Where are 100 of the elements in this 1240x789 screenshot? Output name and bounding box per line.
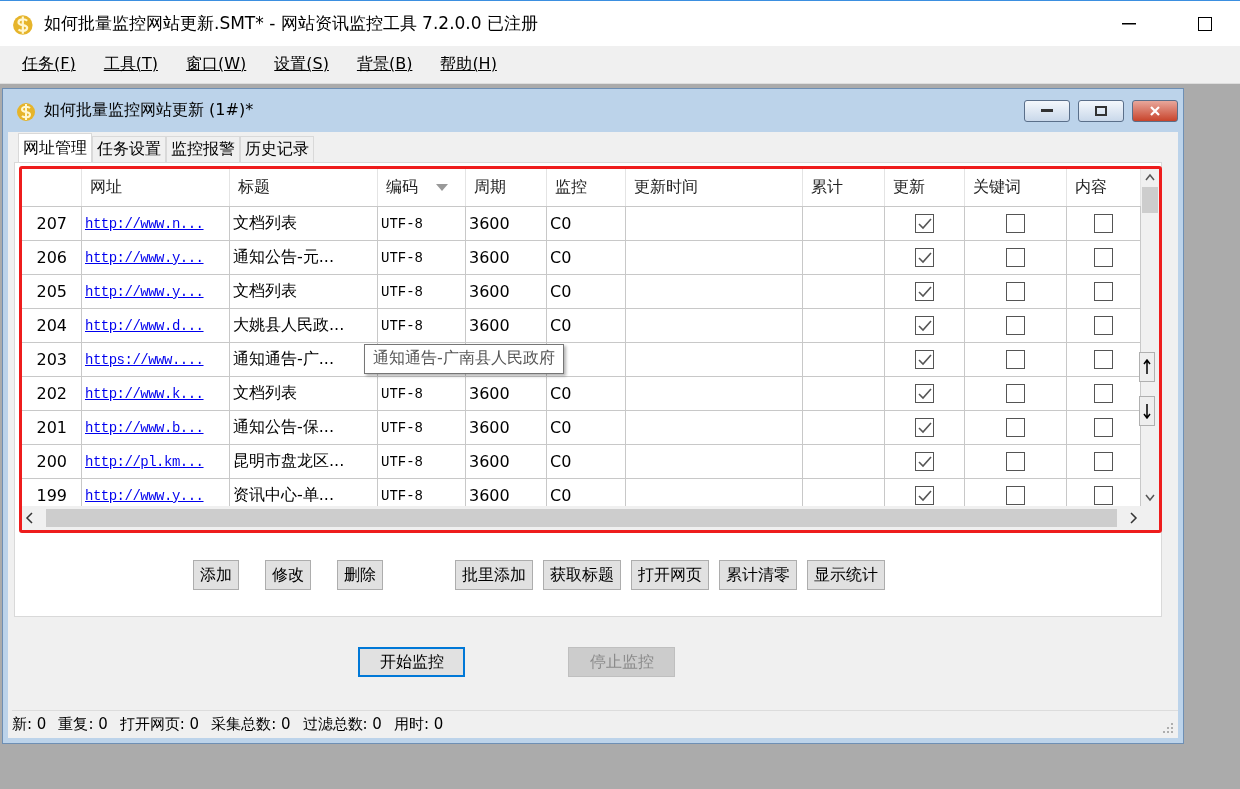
tab[interactable]: 网址管理 [18, 133, 92, 162]
column-header[interactable]: 周期 [474, 177, 506, 198]
dropdown-triangle-icon[interactable] [436, 184, 448, 191]
checkbox[interactable] [1006, 452, 1025, 471]
menu-item[interactable]: 窗口(W) [183, 54, 249, 75]
down-arrow-icon [1143, 403, 1151, 419]
period-cell: 3600 [469, 316, 510, 335]
action-button[interactable]: 获取标题 [543, 560, 621, 590]
encoding-cell: UTF-8 [381, 487, 423, 504]
monitor-cell: C0 [550, 486, 572, 505]
child-window-title: 如何批量监控网站更新 (1#)* [44, 100, 255, 121]
column-header[interactable]: 累计 [811, 177, 843, 198]
url-link[interactable]: https://www.... [85, 351, 204, 368]
horizontal-scrollbar[interactable] [22, 506, 1159, 530]
tab[interactable]: 任务设置 [92, 136, 166, 162]
checkbox[interactable] [915, 486, 934, 505]
url-link[interactable]: http://www.y... [85, 249, 204, 266]
checkbox[interactable] [1006, 350, 1025, 369]
close-button[interactable] [1132, 99, 1178, 122]
column-header[interactable]: 更新 [893, 177, 925, 198]
checkbox[interactable] [1006, 248, 1025, 267]
column-header[interactable]: 网址 [90, 177, 122, 198]
close-icon [1149, 104, 1161, 117]
column-header[interactable]: 关键词 [973, 177, 1021, 198]
action-button[interactable]: 打开网页 [631, 560, 709, 590]
checkbox[interactable] [915, 418, 934, 437]
menu-item[interactable]: 任务(F) [20, 54, 78, 75]
url-link[interactable]: http://pl.km... [85, 453, 204, 470]
checkbox[interactable] [915, 350, 934, 369]
action-button[interactable]: 批里添加 [455, 560, 533, 590]
status-item: 新: 0 [12, 715, 47, 734]
url-link[interactable]: http://www.d... [85, 317, 204, 334]
checkbox[interactable] [1006, 316, 1025, 335]
action-button[interactable]: 累计清零 [719, 560, 797, 590]
checkmark-icon [917, 353, 932, 366]
minimize-button[interactable] [1024, 99, 1070, 122]
checkbox[interactable] [1006, 384, 1025, 403]
title-cell: 通知通告-广... [233, 349, 335, 370]
column-header[interactable]: 编码 [386, 177, 418, 198]
checkbox[interactable] [1094, 486, 1113, 505]
row-number: 203 [36, 350, 67, 369]
checkbox[interactable] [1006, 486, 1025, 505]
action-button[interactable]: 添加 [193, 560, 239, 590]
restore-button[interactable] [1078, 99, 1124, 122]
checkbox[interactable] [1094, 248, 1113, 267]
checkmark-icon [917, 251, 932, 264]
title-cell: 通知公告-保... [233, 417, 335, 438]
tab[interactable]: 历史记录 [240, 136, 314, 162]
control-button[interactable]: 开始监控 [358, 647, 465, 677]
column-header[interactable]: 内容 [1075, 177, 1107, 198]
checkbox[interactable] [915, 214, 934, 233]
checkbox[interactable] [1006, 282, 1025, 301]
url-link[interactable]: http://www.y... [85, 283, 204, 300]
tab[interactable]: 监控报警 [166, 136, 240, 162]
scrollbar-thumb[interactable] [46, 509, 1117, 527]
checkmark-icon [917, 455, 932, 468]
column-header[interactable]: 更新时间 [634, 177, 698, 198]
menu-item[interactable]: 背景(B) [354, 54, 415, 75]
checkbox[interactable] [1094, 350, 1113, 369]
row-number: 204 [36, 316, 67, 335]
menu-item[interactable]: 工具(T) [101, 54, 160, 75]
minimize-icon [1041, 108, 1053, 113]
up-arrow-button[interactable] [1139, 352, 1155, 382]
row-number: 202 [36, 384, 67, 403]
resize-grip-icon[interactable] [1162, 722, 1174, 734]
checkbox[interactable] [1006, 418, 1025, 437]
down-arrow-button[interactable] [1139, 396, 1155, 426]
action-button[interactable]: 删除 [337, 560, 383, 590]
scrollbar-thumb[interactable] [1142, 187, 1158, 213]
status-item: 重复: 0 [58, 715, 108, 734]
checkbox[interactable] [915, 282, 934, 301]
url-link[interactable]: http://www.k... [85, 385, 204, 402]
row-number: 205 [36, 282, 67, 301]
checkbox[interactable] [915, 452, 934, 471]
checkmark-icon [917, 387, 932, 400]
window-title: 如何批量监控网站更新.SMT* - 网站资讯监控工具 7.2.0.0 已注册 [44, 12, 539, 35]
monitor-cell: C0 [550, 214, 572, 233]
menu-item[interactable]: 设置(S) [272, 54, 331, 75]
checkbox[interactable] [915, 316, 934, 335]
encoding-cell: UTF-8 [381, 385, 423, 402]
action-button[interactable]: 显示统计 [807, 560, 885, 590]
action-button[interactable]: 修改 [265, 560, 311, 590]
row-number: 206 [36, 248, 67, 267]
url-link[interactable]: http://www.b... [85, 419, 204, 436]
checkbox[interactable] [915, 384, 934, 403]
url-link[interactable]: http://www.n... [85, 215, 204, 232]
checkbox[interactable] [915, 248, 934, 267]
url-link[interactable]: http://www.y... [85, 487, 204, 504]
checkbox[interactable] [1094, 384, 1113, 403]
column-header[interactable]: 监控 [555, 177, 587, 198]
checkbox[interactable] [1094, 214, 1113, 233]
column-header[interactable]: 标题 [238, 177, 270, 198]
row-number: 200 [36, 452, 67, 471]
checkbox[interactable] [1094, 418, 1113, 437]
checkbox[interactable] [1094, 282, 1113, 301]
menu-item[interactable]: 帮助(H) [438, 54, 499, 75]
encoding-cell: UTF-8 [381, 419, 423, 436]
checkbox[interactable] [1094, 452, 1113, 471]
checkbox[interactable] [1094, 316, 1113, 335]
checkbox[interactable] [1006, 214, 1025, 233]
